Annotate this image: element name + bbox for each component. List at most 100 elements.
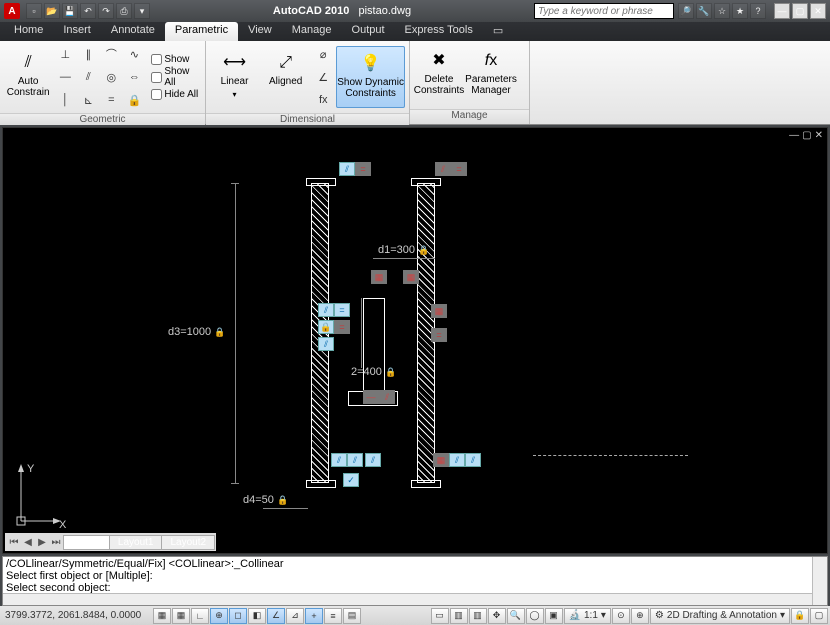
constraint-horizontal-icon[interactable]: — — [54, 66, 76, 88]
tab-output[interactable]: Output — [342, 22, 395, 41]
constraint-badge[interactable]: ▦⫽⫽ — [433, 453, 481, 467]
layout-next-icon[interactable]: ▶ — [35, 537, 49, 548]
constraint-parallel-icon[interactable]: ∥ — [77, 43, 99, 65]
pan-icon[interactable]: ✥ — [488, 608, 506, 624]
zoom-icon[interactable]: 🔍 — [507, 608, 525, 624]
constraint-symmetric-icon[interactable]: ⇔ — [123, 66, 145, 88]
annotation-autoscale-icon[interactable]: ⊕ — [631, 608, 649, 624]
qat-redo-icon[interactable]: ↷ — [98, 3, 114, 19]
qat-undo-icon[interactable]: ↶ — [80, 3, 96, 19]
annotation-visibility-icon[interactable]: ⊙ — [612, 608, 630, 624]
tab-annotate[interactable]: Annotate — [101, 22, 165, 41]
layout-tab-layout2[interactable]: Layout2 — [161, 535, 215, 550]
hide-all-checkbox-icon[interactable] — [151, 89, 162, 100]
infocenter-key-icon[interactable]: 🔧 — [696, 3, 712, 19]
delete-constraints-button[interactable]: ✖ Delete Constraints — [414, 44, 464, 106]
viewport-maximize-icon[interactable]: ▢ — [802, 130, 811, 141]
parameters-manager-button[interactable]: fx Parameters Manager — [466, 44, 516, 106]
constraint-badge[interactable]: ▦ — [431, 304, 447, 318]
status-qp-icon[interactable]: ▤ — [343, 608, 361, 624]
search-input[interactable] — [534, 3, 674, 19]
showmotion-icon[interactable]: ▣ — [545, 608, 563, 624]
qat-dropdown-icon[interactable]: ▾ — [134, 3, 150, 19]
show-all-constraints-button[interactable]: Show All — [151, 66, 201, 88]
constraint-perpendicular-icon[interactable]: ⊾ — [77, 89, 99, 111]
layout-tab-model[interactable]: Model — [63, 535, 110, 550]
constraint-concentric-icon[interactable]: ◎ — [100, 66, 122, 88]
panel-geometric-label[interactable]: Geometric — [0, 113, 205, 125]
constraint-tangent-icon[interactable]: ⌒ — [100, 43, 122, 65]
drawing-area[interactable]: — ▢ ✕ d3=1000 🔒 d1=300 🔒 2=400 🔒 d4=50 🔒… — [2, 127, 828, 554]
constraint-badge[interactable]: 🔒= — [318, 320, 350, 334]
show-dynamic-constraints-button[interactable]: 💡 Show Dynamic Constraints — [336, 46, 405, 108]
dim-d4-text[interactable]: d4=50 🔒 — [243, 494, 288, 506]
show-checkbox-icon[interactable] — [151, 54, 162, 65]
panel-dimensional-label[interactable]: Dimensional — [206, 113, 409, 125]
layout-prev-icon[interactable]: ◀ — [21, 537, 35, 548]
auto-constrain-button[interactable]: ⫽ Auto Constrain — [4, 46, 52, 108]
hide-all-constraints-button[interactable]: Hide All — [151, 89, 201, 100]
infocenter-binoculars-icon[interactable]: 🔎 — [678, 3, 694, 19]
close-button[interactable]: ✕ — [810, 3, 826, 19]
constraint-badge[interactable]: ▦ — [371, 270, 387, 284]
coords-readout[interactable]: 3799.3772, 2061.8484, 0.0000 — [2, 610, 152, 621]
infocenter-comm-icon[interactable]: ☆ — [714, 3, 730, 19]
tab-view[interactable]: View — [238, 22, 282, 41]
qat-open-icon[interactable]: 📂 — [44, 3, 60, 19]
constraint-collinear-icon[interactable]: ⫽ — [77, 66, 99, 88]
constraint-badge[interactable]: ⫽= — [318, 303, 350, 317]
status-otrack-icon[interactable]: ∠ — [267, 608, 285, 624]
constraint-badge[interactable]: ▦ — [403, 270, 419, 284]
status-lwt-icon[interactable]: ≡ — [324, 608, 342, 624]
infocenter-favorites-icon[interactable]: ★ — [732, 3, 748, 19]
status-polar-icon[interactable]: ⊕ — [210, 608, 228, 624]
constraint-fix-icon[interactable]: 🔒 — [123, 89, 145, 111]
dim-angular-icon[interactable]: ∠ — [312, 66, 334, 88]
constraint-badge[interactable]: ⫽ — [365, 453, 381, 467]
help-icon[interactable]: ? — [750, 3, 766, 19]
minimize-button[interactable]: — — [774, 3, 790, 19]
viewport-minimize-icon[interactable]: — — [789, 130, 799, 141]
dim-d3-text[interactable]: d3=1000 🔒 — [168, 326, 225, 338]
constraint-vertical-icon[interactable]: │ — [54, 89, 76, 111]
status-ducs-icon[interactable]: ⊿ — [286, 608, 304, 624]
viewport-close-icon[interactable]: ✕ — [815, 130, 823, 141]
show-constraints-button[interactable]: Show — [151, 54, 201, 65]
tab-parametric[interactable]: Parametric — [165, 22, 238, 41]
aligned-dim-button[interactable]: ⤢ Aligned — [261, 46, 310, 108]
status-grid-icon[interactable]: ▦ — [172, 608, 190, 624]
annotation-scale[interactable]: 🔬1:1▾ — [564, 608, 611, 624]
constraint-badge[interactable]: = — [431, 328, 447, 342]
status-3dosnap-icon[interactable]: ◧ — [248, 608, 266, 624]
steering-wheel-icon[interactable]: ◯ — [526, 608, 544, 624]
clean-screen-icon[interactable]: ▢ — [810, 608, 828, 624]
workspace-switch[interactable]: ⚙2D Drafting & Annotation▾ — [650, 608, 790, 624]
app-menu-icon[interactable]: A — [4, 3, 20, 19]
command-hscrollbar[interactable] — [3, 593, 812, 605]
constraint-smooth-icon[interactable]: ∿ — [123, 43, 145, 65]
tab-manage[interactable]: Manage — [282, 22, 342, 41]
constraint-badge[interactable]: ✓ — [343, 473, 359, 487]
constraint-badge[interactable]: ⫽= — [339, 162, 371, 176]
layout-last-icon[interactable]: ⏭ — [49, 537, 63, 548]
quickview-layouts-icon[interactable]: ▥ — [450, 608, 468, 624]
constraint-equal-icon[interactable]: = — [100, 89, 122, 111]
dim-radius-icon[interactable]: ⌀ — [312, 43, 334, 65]
status-osnap-icon[interactable]: ◻ — [229, 608, 247, 624]
quickview-drawings-icon[interactable]: ▥ — [469, 608, 487, 624]
qat-print-icon[interactable]: ⎙ — [116, 3, 132, 19]
maximize-button[interactable]: ▢ — [792, 3, 808, 19]
qat-save-icon[interactable]: 💾 — [62, 3, 78, 19]
constraint-coincident-icon[interactable]: ⊥ — [54, 43, 76, 65]
ribbon-minimize-icon[interactable]: ▭ — [483, 22, 503, 41]
linear-dim-button[interactable]: ⟷ Linear ▾ — [210, 46, 259, 108]
status-ortho-icon[interactable]: ∟ — [191, 608, 209, 624]
status-snap-icon[interactable]: ▦ — [153, 608, 171, 624]
constraint-badge[interactable]: ⫽⫽ — [331, 453, 363, 467]
dim-d1-text[interactable]: d1=300 🔒 — [378, 244, 429, 256]
tab-express-tools[interactable]: Express Tools — [395, 22, 483, 41]
dim-d2-text[interactable]: 2=400 🔒 — [351, 366, 396, 378]
show-all-checkbox-icon[interactable] — [151, 72, 162, 83]
tab-insert[interactable]: Insert — [53, 22, 101, 41]
layout-first-icon[interactable]: ⏮ — [7, 537, 21, 548]
